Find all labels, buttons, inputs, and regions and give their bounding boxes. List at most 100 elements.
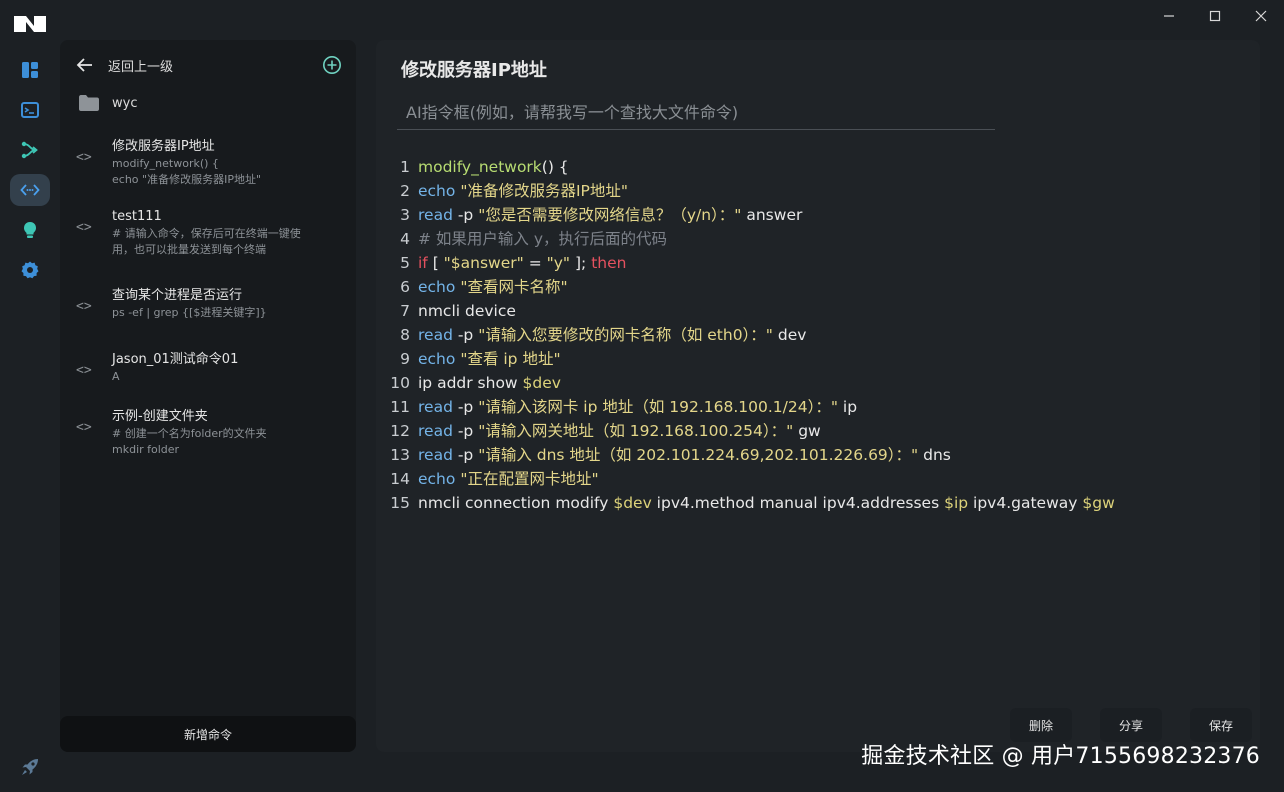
code-token: read	[418, 398, 453, 416]
code-token: "请输入 dns 地址（如 202.101.224.69,202.101.226…	[478, 446, 919, 464]
code-token: modify_network	[418, 158, 542, 176]
line-number: 2	[400, 182, 410, 200]
code-line: 10 ip addr show $dev	[390, 371, 1250, 395]
line-number: 6	[400, 278, 410, 296]
add-circle-icon[interactable]	[322, 55, 342, 75]
nav-transfer[interactable]	[10, 134, 50, 166]
code-icon: <>	[76, 220, 92, 235]
new-command-button[interactable]: 新增命令	[60, 716, 356, 752]
close-button[interactable]	[1238, 0, 1284, 32]
code-icon: <>	[76, 420, 92, 435]
delete-button[interactable]: 删除	[1010, 708, 1072, 742]
code-editor[interactable]: 1 modify_network() {2 echo "准备修改服务器IP地址" 3 r…	[390, 155, 1250, 515]
back-label[interactable]: 返回上一级	[108, 56, 322, 75]
code-token: -p	[452, 446, 479, 464]
code-token: =	[523, 254, 547, 272]
nav-dashboard[interactable]	[10, 54, 50, 86]
code-token: ipv4.method manual ipv4.addresses	[651, 494, 945, 512]
code-token: ];	[570, 254, 592, 272]
code-token: ipv4.gateway	[968, 494, 1083, 512]
code-token: echo	[418, 278, 456, 296]
command-title-heading: 修改服务器IP地址	[401, 60, 547, 81]
command-desc: # 创建一个名为folder的文件夹	[112, 427, 267, 440]
command-desc: echo "准备修改服务器IP地址"	[112, 173, 262, 186]
code-token: read	[418, 446, 453, 464]
command-title: 示例-创建文件夹	[112, 409, 208, 424]
code-token: "正在配置网卡地址"	[460, 470, 599, 488]
command-item[interactable]: <> 修改服务器IP地址 modify_network() { echo "准备…	[76, 138, 346, 188]
icon-nav-bar	[0, 54, 60, 294]
nav-tips[interactable]	[10, 214, 50, 246]
command-title: 修改服务器IP地址	[112, 139, 215, 154]
share-button[interactable]: 分享	[1100, 708, 1162, 742]
code-line: 8 read -p "请输入您要修改的网卡名称（如 eth0）：" dev	[390, 323, 1250, 347]
code-token: "准备修改服务器IP地址"	[460, 182, 628, 200]
code-icon	[20, 184, 40, 196]
folder-icon	[79, 95, 99, 111]
code-token: $dev	[613, 494, 652, 512]
dashboard-icon	[22, 62, 38, 78]
line-number: 1	[400, 158, 410, 176]
code-token: echo	[418, 350, 456, 368]
code-line: 15 nmcli connection modify $dev ipv4.meth…	[390, 491, 1250, 515]
code-token: $gw	[1082, 494, 1115, 512]
command-item[interactable]: <> test111 # 请输入命令，保存后可在终端一键使 用，也可以批量发送到…	[76, 208, 346, 258]
code-token: $dev	[522, 374, 561, 392]
code-token: $ip	[944, 494, 969, 512]
folder-item[interactable]: wyc	[78, 94, 137, 112]
code-token: -p	[452, 398, 479, 416]
ai-prompt-input[interactable]	[397, 95, 995, 130]
command-title: Jason_01测试命令01	[112, 352, 239, 367]
code-token: "查看网卡名称"	[460, 278, 568, 296]
code-token: "您是否需要修改网络信息？（y/n）："	[478, 206, 742, 224]
code-token: "请输入网关地址（如 192.168.100.254）："	[478, 422, 794, 440]
save-button[interactable]: 保存	[1190, 708, 1252, 742]
bulb-icon	[24, 222, 36, 238]
command-item[interactable]: <> 示例-创建文件夹 # 创建一个名为folder的文件夹 mkdir fol…	[76, 408, 346, 458]
code-token: echo	[418, 182, 456, 200]
command-item[interactable]: <> Jason_01测试命令01 A	[76, 351, 346, 385]
maximize-button[interactable]	[1192, 0, 1238, 32]
line-number: 11	[390, 398, 410, 416]
code-token: -p	[452, 326, 479, 344]
command-title: 查询某个进程是否运行	[112, 288, 243, 303]
code-line: 7 nmcli device	[390, 299, 1250, 323]
minimize-icon	[1164, 15, 1174, 17]
code-token: gw	[793, 422, 821, 440]
command-sidebar: 返回上一级 wyc <> 修改服务器IP地址 modify_network() …	[60, 40, 356, 752]
code-icon: <>	[76, 363, 92, 378]
action-bar: 删除 分享 保存	[1010, 708, 1252, 742]
line-number: 7	[400, 302, 410, 320]
command-desc: mkdir folder	[112, 443, 180, 456]
code-icon: <>	[76, 299, 92, 314]
code-token: read	[418, 422, 453, 440]
line-number: 13	[390, 446, 410, 464]
line-number: 9	[400, 350, 410, 368]
code-line: 4 # 如果用户输入 y，执行后面的代码	[390, 227, 1250, 251]
code-token: "$answer"	[443, 254, 524, 272]
line-number: 14	[390, 470, 410, 488]
code-token: "请输入您要修改的网卡名称（如 eth0）："	[478, 326, 773, 344]
nav-commands[interactable]	[10, 174, 50, 206]
nav-settings[interactable]	[10, 254, 50, 286]
window-controls	[1146, 0, 1284, 32]
command-desc: ps -ef | grep {[$进程关键字]}	[112, 306, 267, 319]
code-line: 14 echo "正在配置网卡地址"	[390, 467, 1250, 491]
code-line: 11 read -p "请输入该网卡 ip 地址（如 192.168.100.1/…	[390, 395, 1250, 419]
minimize-button[interactable]	[1146, 0, 1192, 32]
code-token: then	[591, 254, 627, 272]
code-token: "请输入该网卡 ip 地址（如 192.168.100.1/24）："	[478, 398, 838, 416]
line-number: 3	[400, 206, 410, 224]
share-nodes-icon	[21, 141, 38, 159]
code-icon: <>	[76, 150, 92, 165]
code-token: ip	[837, 398, 858, 416]
code-token: # 如果用户输入 y，执行后面的代码	[418, 230, 668, 248]
gear-icon	[21, 261, 39, 279]
rocket-icon[interactable]	[20, 757, 40, 777]
nav-terminal[interactable]	[10, 94, 50, 126]
back-arrow-icon[interactable]	[76, 56, 94, 74]
command-item[interactable]: <> 查询某个进程是否运行 ps -ef | grep {[$进程关键字]}	[76, 287, 346, 321]
code-token: dev	[772, 326, 807, 344]
code-token: -p	[452, 206, 479, 224]
line-number: 8	[400, 326, 410, 344]
